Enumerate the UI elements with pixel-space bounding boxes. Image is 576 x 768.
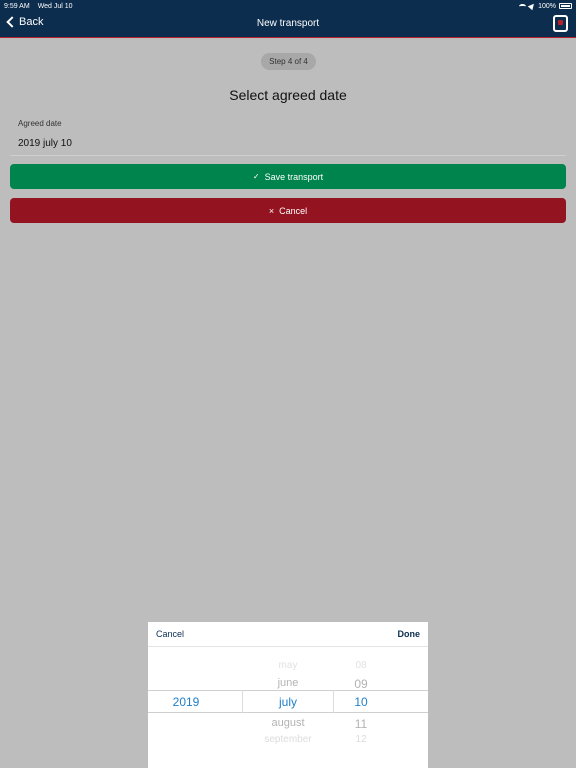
page-title: Select agreed date — [229, 87, 347, 103]
month-option[interactable]: august — [243, 717, 333, 729]
picker-wheel[interactable]: 2019 may june july august september 08 0… — [148, 647, 428, 768]
wifi-icon — [519, 3, 527, 9]
day-selected[interactable]: 10 — [334, 695, 388, 709]
save-label: Save transport — [264, 171, 324, 182]
date-picker: Cancel Done 2019 may june july august se… — [148, 622, 428, 768]
field-underline — [10, 155, 566, 156]
day-option[interactable]: 09 — [334, 677, 388, 691]
cancel-button[interactable]: × Cancel — [10, 198, 566, 223]
battery-icon — [559, 3, 572, 9]
save-transport-button[interactable]: ✓ Save transport — [10, 164, 566, 189]
chat-icon[interactable] — [553, 15, 568, 32]
month-option[interactable]: may — [243, 660, 333, 671]
location-icon — [527, 1, 537, 11]
day-option[interactable]: 12 — [334, 734, 388, 745]
step-badge: Step 4 of 4 — [261, 53, 316, 70]
agreed-date-label: Agreed date — [18, 119, 62, 128]
checkmark-icon: ✓ — [252, 172, 260, 181]
nav-bar: Back New transport — [0, 12, 576, 38]
status-time: 9:59 AM — [4, 2, 30, 10]
nav-title: New transport — [256, 18, 320, 29]
cancel-label: Cancel — [279, 205, 308, 216]
day-option[interactable]: 08 — [334, 660, 388, 671]
day-option[interactable]: 11 — [334, 717, 388, 731]
status-bar: 9:59 AM Wed Jul 10 100% — [0, 0, 576, 12]
picker-done-button[interactable]: Done — [398, 629, 421, 639]
month-option[interactable]: june — [243, 677, 333, 689]
status-right: 100% — [519, 1, 572, 11]
battery-percent: 100% — [538, 2, 556, 10]
month-option[interactable]: september — [243, 734, 333, 745]
agreed-date-field[interactable]: 2019 july 10 — [18, 138, 72, 149]
month-selected[interactable]: july — [243, 695, 333, 709]
picker-toolbar: Cancel Done — [148, 622, 428, 647]
close-icon: × — [268, 205, 275, 216]
picker-cancel-button[interactable]: Cancel — [156, 629, 184, 639]
year-selected[interactable]: 2019 — [148, 695, 224, 709]
status-date: Wed Jul 10 — [37, 2, 73, 10]
